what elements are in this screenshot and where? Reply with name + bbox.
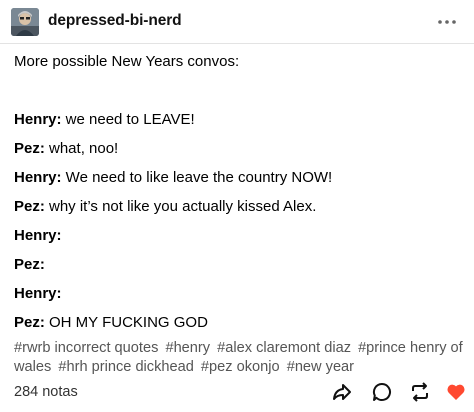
dialogue-list: Henry: we need to LEAVE! Pez: what, noo!… bbox=[14, 109, 464, 341]
speaker-name: Pez: bbox=[14, 256, 45, 273]
dialogue-text: why it’s not like you actually kissed Al… bbox=[44, 198, 317, 215]
dialogue-line: Pez: why it’s not like you actually kiss… bbox=[14, 196, 464, 225]
dialogue-line: Henry: bbox=[14, 225, 464, 254]
dialogue-line: Henry: we need to LEAVE! bbox=[14, 109, 464, 138]
notes-count[interactable]: 284 notas bbox=[14, 384, 78, 400]
reply-icon[interactable] bbox=[370, 380, 394, 404]
avatar-image bbox=[11, 8, 39, 36]
speaker-name: Henry: bbox=[14, 169, 62, 186]
post-header: depressed-bi-nerd bbox=[0, 0, 474, 44]
post-body: More possible New Years convos: bbox=[14, 52, 464, 72]
speaker-name: Pez: bbox=[14, 140, 45, 157]
reblog-icon[interactable] bbox=[408, 380, 432, 404]
heart-icon[interactable] bbox=[444, 380, 468, 404]
avatar[interactable] bbox=[11, 8, 39, 36]
post-footer: 284 notas bbox=[0, 378, 474, 408]
dialogue-text: OH MY FUCKING GOD bbox=[44, 314, 208, 331]
tag-link[interactable]: #pez okonjo bbox=[201, 359, 280, 375]
dialogue-line: Henry: bbox=[14, 283, 464, 312]
tag-link[interactable]: #new year bbox=[287, 359, 354, 375]
dialogue-text: We need to like leave the country NOW! bbox=[61, 169, 333, 186]
speaker-name: Pez: bbox=[14, 198, 45, 215]
blog-name[interactable]: depressed-bi-nerd bbox=[48, 12, 182, 30]
post-intro: More possible New Years convos: bbox=[14, 53, 240, 70]
tag-link[interactable]: #henry bbox=[165, 340, 210, 356]
dialogue-line: Pez: OH MY FUCKING GOD bbox=[14, 312, 464, 341]
more-horizontal-icon[interactable] bbox=[436, 12, 458, 32]
tag-link[interactable]: #alex claremont diaz bbox=[217, 340, 351, 356]
speaker-name: Pez: bbox=[14, 314, 45, 331]
speaker-name: Henry: bbox=[14, 285, 62, 302]
tag-link[interactable]: #rwrb incorrect quotes bbox=[14, 340, 158, 356]
dialogue-line: Henry: We need to like leave the country… bbox=[14, 167, 464, 196]
tag-list: #rwrb incorrect quotes #henry #alex clar… bbox=[14, 339, 466, 377]
dialogue-line: Pez: what, noo! bbox=[14, 138, 464, 167]
share-icon[interactable] bbox=[330, 380, 354, 404]
dialogue-text: what, noo! bbox=[44, 140, 119, 157]
dialogue-line: Pez: bbox=[14, 254, 464, 283]
speaker-name: Henry: bbox=[14, 111, 62, 128]
tag-link[interactable]: #hrh prince dickhead bbox=[58, 359, 193, 375]
dialogue-text: we need to LEAVE! bbox=[61, 111, 195, 128]
speaker-name: Henry: bbox=[14, 227, 62, 244]
